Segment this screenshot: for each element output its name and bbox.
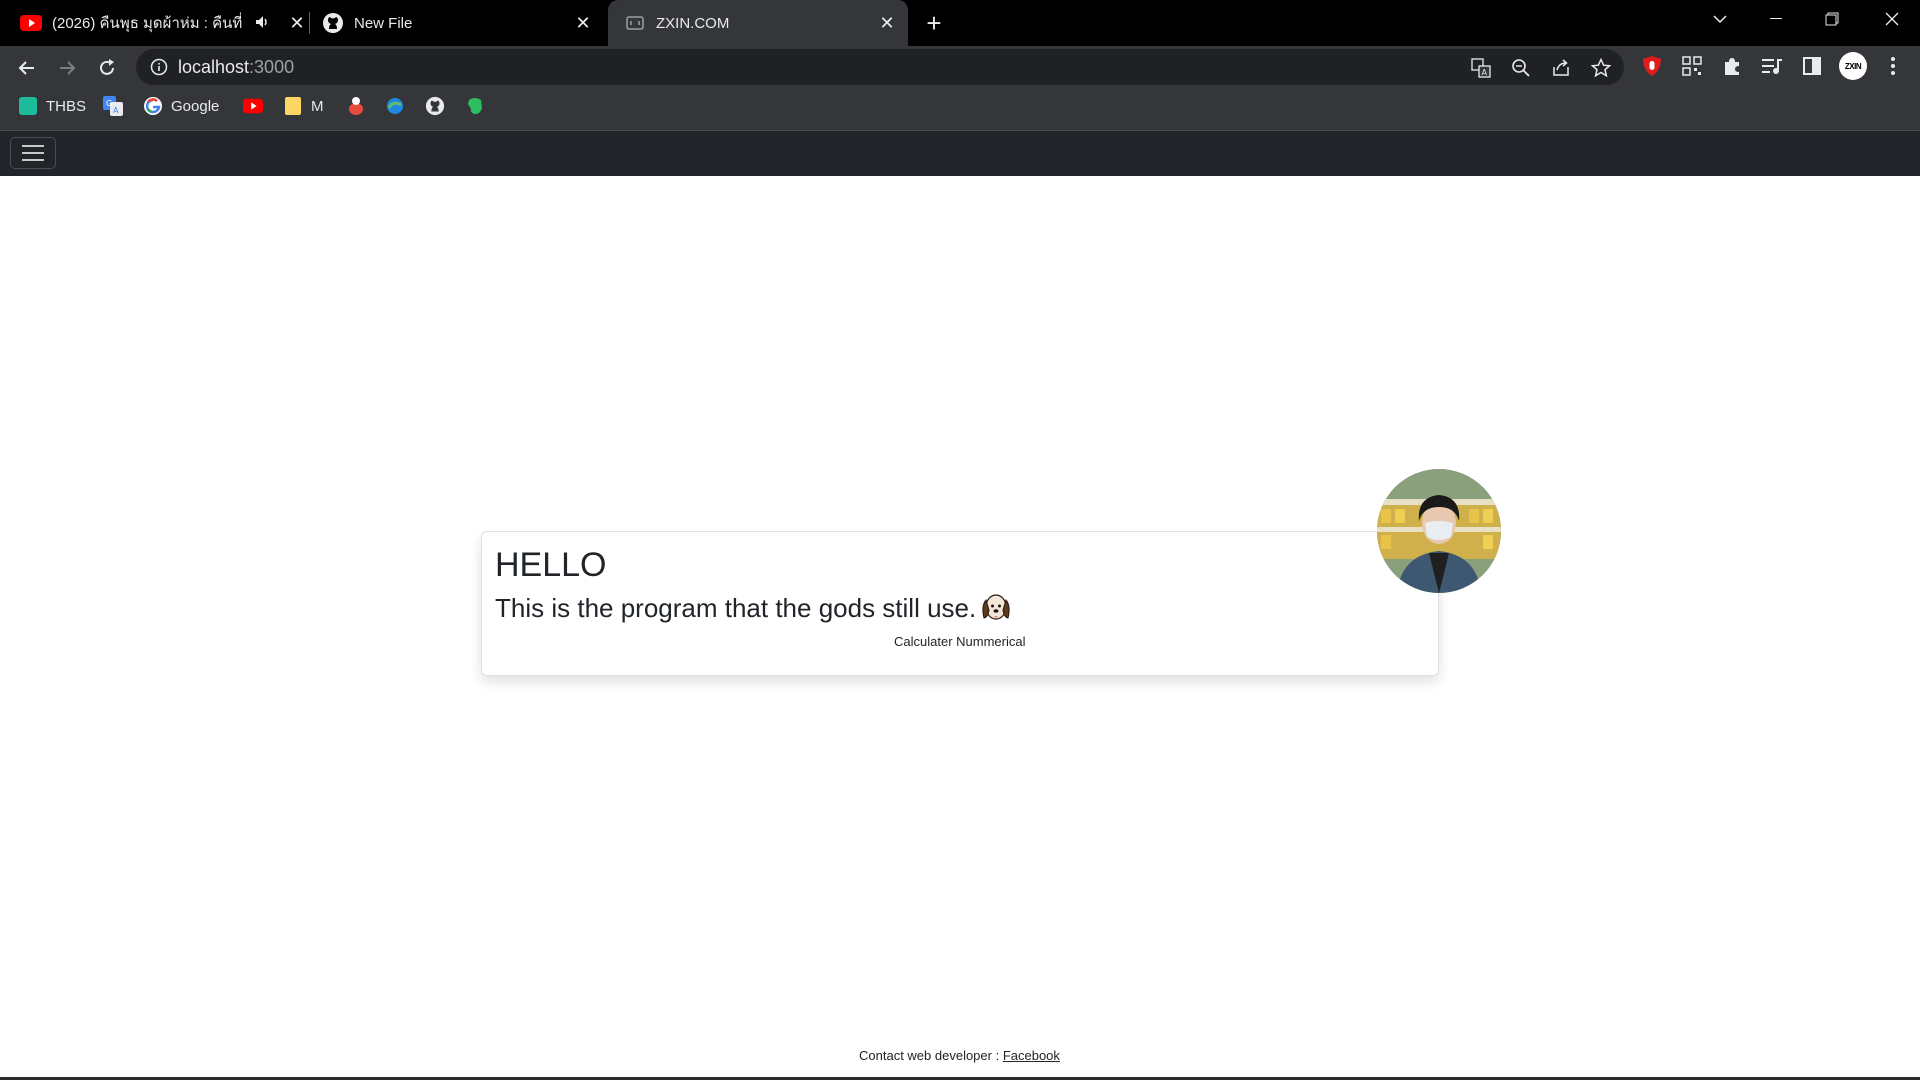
bookmark-evernote[interactable]	[465, 94, 493, 118]
card-heading: HELLO	[495, 546, 607, 584]
tab-title: New File	[354, 14, 413, 32]
tab-separator	[309, 12, 310, 34]
card-tagline-row: This is the program that the gods still …	[495, 592, 1012, 624]
svg-text:A: A	[1482, 68, 1488, 77]
evernote-icon	[465, 96, 485, 116]
close-icon[interactable]: ✕	[286, 12, 308, 34]
url-port: :3000	[249, 57, 295, 77]
close-icon[interactable]: ✕	[876, 12, 898, 34]
profile-avatar[interactable]: ZXIN	[1839, 52, 1867, 80]
share-icon[interactable]	[1550, 57, 1572, 79]
address-bar[interactable]: localhost:3000 A	[136, 49, 1624, 85]
profile-photo	[1377, 469, 1501, 593]
page-icon	[624, 12, 646, 34]
bookmark-google[interactable]: Google	[143, 94, 219, 118]
profile-label: ZXIN	[1844, 61, 1862, 71]
bookmark-thbs[interactable]: THBS	[18, 94, 86, 118]
translate-icon[interactable]: A	[1470, 57, 1492, 79]
info-icon[interactable]	[150, 58, 168, 76]
back-button[interactable]	[11, 52, 43, 84]
reload-button[interactable]	[91, 52, 123, 84]
hamburger-line	[22, 152, 44, 154]
tab-title: (2026) คืนพุธ มุดผ้าห่ม : คืนที่ 11	[52, 15, 244, 32]
tab-title: ZXIN.COM	[656, 14, 730, 32]
bookmark-m[interactable]: M	[283, 94, 324, 118]
bookmark-app[interactable]	[346, 94, 374, 118]
facebook-link[interactable]: Facebook	[1003, 1048, 1060, 1063]
thbs-icon	[18, 96, 38, 116]
url-text[interactable]: localhost:3000	[178, 57, 294, 78]
youtube-icon	[243, 96, 263, 116]
media-queue-icon[interactable]	[1759, 53, 1785, 79]
minimize-button[interactable]	[1748, 0, 1804, 38]
star-icon[interactable]	[1590, 57, 1612, 79]
github-icon	[322, 12, 344, 34]
google-translate-icon: GA	[103, 96, 123, 116]
footer: Contact web developer : Facebook	[859, 1048, 1060, 1063]
qr-code-icon[interactable]	[1679, 53, 1705, 79]
bookmark-label: M	[311, 97, 324, 115]
tab-github[interactable]: New File ✕	[322, 0, 604, 46]
zoom-icon[interactable]	[1510, 57, 1532, 79]
extensions-puzzle-icon[interactable]	[1719, 53, 1745, 79]
url-host: localhost	[178, 57, 250, 77]
youtube-icon	[20, 12, 42, 34]
edge-icon	[385, 96, 405, 116]
tab-youtube[interactable]: (2026) คืนพุธ มุดผ้าห่ม : คืนที่ 11 ✕	[20, 0, 305, 46]
side-panel-icon[interactable]	[1799, 53, 1825, 79]
bookmark-translate[interactable]: GA	[103, 94, 131, 118]
hamburger-line	[22, 159, 44, 161]
svg-text:G: G	[106, 99, 112, 108]
footer-text: Contact web developer :	[859, 1048, 1003, 1063]
github-icon	[425, 96, 445, 116]
forward-button[interactable]	[51, 52, 83, 84]
menu-toggle-button[interactable]	[10, 137, 56, 169]
tab-zxin[interactable]: ZXIN.COM ✕	[608, 0, 908, 46]
hamburger-line	[22, 145, 44, 147]
close-window-button[interactable]	[1864, 0, 1920, 38]
hello-card: HELLO This is the program that the gods …	[481, 531, 1439, 676]
kebab-menu-icon[interactable]	[1880, 53, 1906, 79]
note-icon	[283, 96, 303, 116]
close-icon[interactable]: ✕	[572, 12, 594, 34]
bookmark-app-icon	[346, 96, 366, 116]
bookmark-label: Google	[171, 97, 220, 115]
new-tab-button[interactable]: +	[918, 8, 950, 38]
card-tagline: This is the program that the gods still …	[495, 592, 977, 623]
bookmark-youtube[interactable]	[243, 94, 271, 118]
chevron-down-icon[interactable]	[1692, 0, 1748, 38]
speaker-icon[interactable]	[254, 14, 270, 34]
dog-face-icon	[980, 592, 1012, 624]
svg-text:A: A	[113, 106, 119, 115]
google-icon	[143, 96, 163, 116]
card-subtitle: Calculater Nummerical	[894, 634, 1026, 649]
adblock-icon[interactable]	[1639, 53, 1665, 79]
bookmark-label: THBS	[46, 97, 87, 115]
bookmark-github[interactable]	[425, 94, 453, 118]
restore-button[interactable]	[1804, 0, 1860, 38]
site-navbar	[0, 130, 1920, 176]
bookmark-edge[interactable]	[385, 94, 413, 118]
